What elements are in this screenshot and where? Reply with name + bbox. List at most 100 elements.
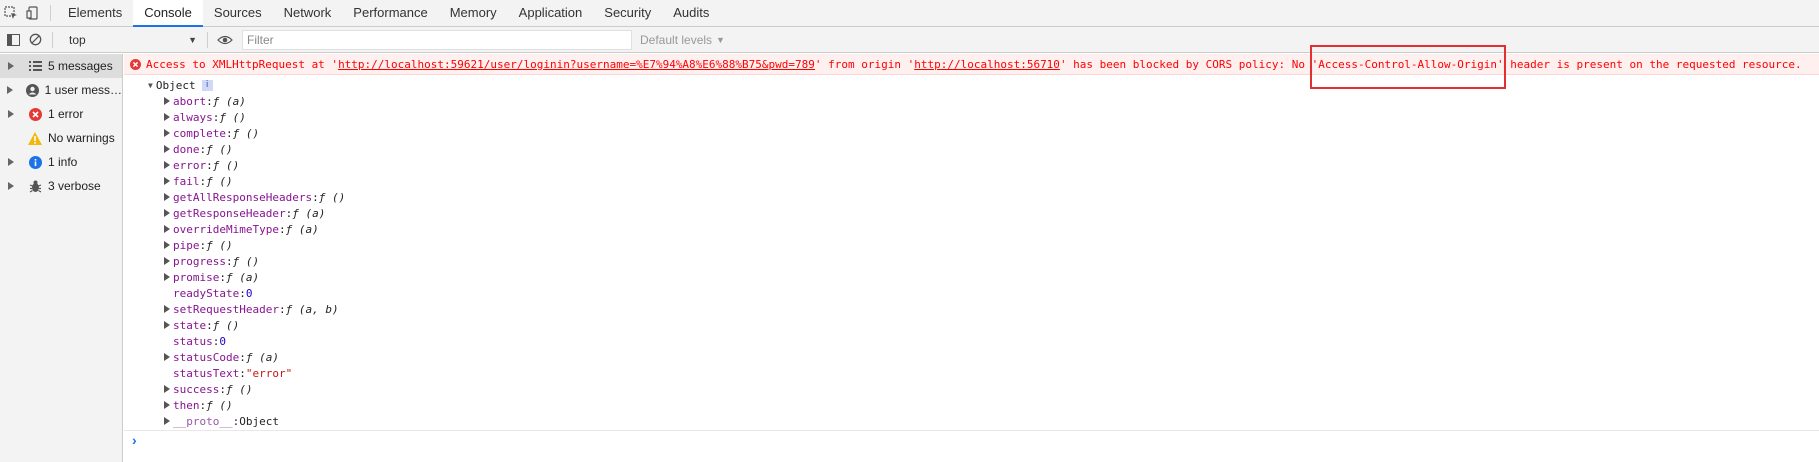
property-value: ƒ () [206,398,233,412]
expand-triangle-right-icon[interactable] [124,225,173,233]
property-key: statusCode [173,350,240,364]
inspect-element-icon[interactable] [0,0,22,26]
expand-triangle-right-icon[interactable] [0,62,22,70]
expand-triangle-right-icon[interactable] [124,257,173,265]
object-property-row[interactable]: progress: ƒ () [124,253,1819,269]
property-value: ƒ (a) [285,222,319,236]
toolbar-divider [207,31,208,48]
expand-triangle-right-icon[interactable] [124,241,173,249]
expand-triangle-right-icon[interactable] [124,401,173,409]
sidebar-item-warning[interactable]: No warnings [0,126,122,150]
console-prompt[interactable]: › [124,430,1819,448]
expand-triangle-right-icon[interactable] [124,129,173,137]
error-text-prefix: Access to XMLHttpRequest at ' [146,57,339,71]
object-property-row[interactable]: pipe: ƒ () [124,237,1819,253]
error-request-url[interactable]: http://localhost:59621/user/loginin?user… [338,58,815,71]
object-tree-root[interactable]: ▼ Object i [124,77,1819,93]
object-property-row[interactable]: fail: ƒ () [124,173,1819,189]
tab-application[interactable]: Application [508,0,594,26]
tab-performance[interactable]: Performance [342,0,438,26]
expand-triangle-right-icon[interactable] [124,321,173,329]
error-origin-url[interactable]: http://localhost:56710 [914,58,1060,71]
expand-triangle-right-icon[interactable] [0,86,20,94]
property-key: setRequestHeader [173,302,279,316]
context-selector[interactable]: top ▼ [65,30,201,50]
tab-sources[interactable]: Sources [203,0,273,26]
object-property-row[interactable]: setRequestHeader: ƒ (a, b) [124,301,1819,317]
property-key: done [173,142,200,156]
sidebar-item-label: 1 user mess… [44,83,122,97]
expand-triangle-right-icon[interactable] [124,113,173,121]
sidebar-item-user[interactable]: 1 user mess… [0,78,122,102]
error-icon [124,58,146,70]
error-text-middle: ' from origin ' [814,57,915,71]
object-property-row[interactable]: complete: ƒ () [124,125,1819,141]
expand-triangle-right-icon[interactable] [124,273,173,281]
info-badge-icon[interactable]: i [201,79,213,91]
object-property-row[interactable]: getAllResponseHeaders: ƒ () [124,189,1819,205]
property-value: ƒ () [206,142,233,156]
tab-network[interactable]: Network [273,0,343,26]
property-key: complete [173,126,226,140]
property-colon: : [232,414,240,428]
object-property-row[interactable]: always: ƒ () [124,109,1819,125]
expand-triangle-right-icon[interactable] [0,182,22,190]
tab-security[interactable]: Security [593,0,662,26]
expand-triangle-right-icon[interactable] [124,417,173,425]
tab-elements[interactable]: Elements [57,0,133,26]
toolbar-divider [52,31,53,48]
object-property-row[interactable]: overrideMimeType: ƒ (a) [124,221,1819,237]
expand-triangle-right-icon[interactable] [0,110,22,118]
object-property-row[interactable]: state: ƒ () [124,317,1819,333]
property-value: ƒ (a) [225,270,260,284]
expand-triangle-right-icon[interactable] [124,161,173,169]
object-property-row[interactable]: success: ƒ () [124,381,1819,397]
expand-triangle-down-icon[interactable]: ▼ [148,81,153,90]
object-property-row: statusText: "error" [124,365,1819,381]
expand-triangle-right-icon[interactable] [124,353,173,361]
property-value: ƒ () [225,382,253,396]
expand-triangle-right-icon[interactable] [124,305,173,313]
object-property-row[interactable]: then: ƒ () [124,397,1819,413]
expand-triangle-right-icon[interactable] [124,97,173,105]
property-key: statusText [173,366,240,380]
expand-triangle-right-icon[interactable] [0,158,22,166]
log-levels-dropdown[interactable]: Default levels ▼ [640,33,725,47]
object-property-row[interactable]: __proto__: Object [124,413,1819,429]
object-property-row[interactable]: done: ƒ () [124,141,1819,157]
object-property-row[interactable]: getResponseHeader: ƒ (a) [124,205,1819,221]
sidebar-item-label: 1 error [48,107,84,121]
show-sidebar-icon[interactable] [2,27,24,53]
sidebar-item-list[interactable]: 5 messages [0,54,122,78]
object-property-row[interactable]: statusCode: ƒ (a) [124,349,1819,365]
sidebar-item-bug[interactable]: 3 verbose [0,174,122,198]
property-value: ƒ () [219,110,246,124]
property-colon: : [206,318,213,332]
sidebar-item-error[interactable]: 1 error [0,102,122,126]
property-value: 0 [245,286,253,300]
context-value: top [69,32,86,47]
expand-triangle-right-icon[interactable] [124,385,173,393]
clear-console-icon[interactable] [24,27,46,53]
filter-input[interactable] [242,29,632,50]
chevron-down-icon: ▼ [716,34,725,45]
property-value: ƒ () [212,158,240,172]
object-property-row[interactable]: error: ƒ () [124,157,1819,173]
expand-triangle-right-icon[interactable] [124,209,173,217]
property-key: pipe [173,238,200,252]
device-toolbar-icon[interactable] [22,0,44,26]
sidebar-item-info[interactable]: 1 info [0,150,122,174]
live-expression-eye-icon[interactable] [214,27,236,53]
expand-triangle-right-icon[interactable] [124,193,173,201]
tab-console[interactable]: Console [133,0,203,27]
object-property-row[interactable]: abort: ƒ (a) [124,93,1819,109]
expand-triangle-right-icon[interactable] [124,145,173,153]
tab-memory[interactable]: Memory [439,0,508,26]
property-colon: : [239,286,246,300]
object-property-row[interactable]: promise: ƒ (a) [124,269,1819,285]
expand-triangle-right-icon[interactable] [124,177,173,185]
property-value: ƒ () [206,238,233,252]
property-key: promise [173,270,220,284]
property-value: 0 [219,334,226,348]
tab-audits[interactable]: Audits [662,0,720,26]
